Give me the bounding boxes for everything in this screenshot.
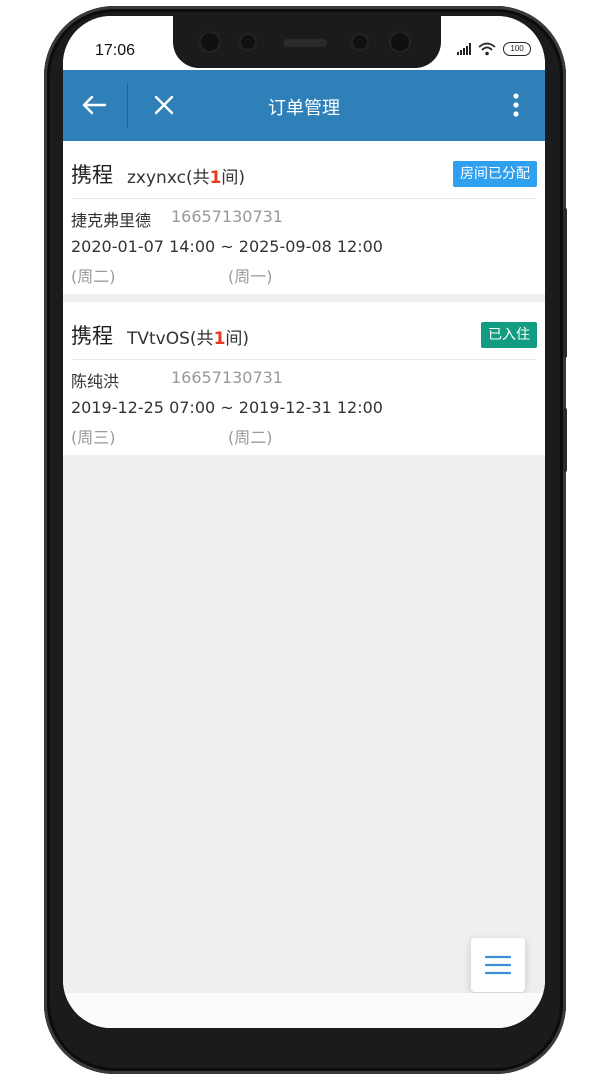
status-badge: 房间已分配 bbox=[453, 161, 537, 187]
order-card-header: 携程 zxynxc(共1间) 房间已分配 bbox=[71, 141, 537, 199]
stay-dates: 2020-01-07 14:00 ~ 2025-09-08 12:00 bbox=[71, 237, 383, 256]
room-count-suffix: 间) bbox=[221, 168, 246, 188]
order-card[interactable]: 携程 zxynxc(共1间) 房间已分配 捷克弗里德 16657130731 2… bbox=[63, 141, 545, 294]
signal-icon bbox=[457, 43, 471, 55]
volume-button bbox=[563, 208, 567, 358]
bottom-bar bbox=[63, 993, 545, 1028]
order-source: 携程 bbox=[71, 163, 113, 187]
checkout-weekday: (周一) bbox=[228, 267, 273, 286]
order-card-header: 携程 TVtvOS(共1间) 已入住 bbox=[71, 302, 537, 360]
wifi-icon bbox=[478, 42, 496, 56]
status-badge: 已入住 bbox=[481, 322, 537, 348]
stay-dates: 2019-12-25 07:00 ~ 2019-12-31 12:00 bbox=[71, 398, 383, 417]
guest-phone: 16657130731 bbox=[171, 207, 283, 226]
menu-icon bbox=[485, 955, 511, 975]
checkout-weekday: (周二) bbox=[228, 428, 273, 447]
order-hotel: TVtvOS(共1间) bbox=[127, 324, 249, 349]
screen: 17:06 100 订单管理 携程 zxynxc(共1间) 房间已分配 捷克弗里… bbox=[63, 16, 545, 1028]
notch bbox=[173, 16, 441, 68]
room-count: 1 bbox=[209, 168, 222, 188]
order-source: 携程 bbox=[71, 324, 113, 348]
sensor-icon bbox=[353, 35, 367, 49]
page-title: 订单管理 bbox=[268, 98, 340, 119]
checkin-weekday: (周三) bbox=[71, 428, 116, 447]
app-bar: 订单管理 bbox=[63, 70, 545, 141]
close-icon[interactable] bbox=[149, 90, 179, 120]
power-button bbox=[563, 408, 567, 472]
room-count-suffix: 间) bbox=[225, 329, 250, 349]
hotel-name: zxynxc bbox=[127, 168, 186, 188]
order-hotel: zxynxc(共1间) bbox=[127, 163, 245, 188]
arrow-left-icon[interactable] bbox=[79, 90, 109, 120]
status-bar: 17:06 100 bbox=[63, 16, 545, 70]
order-list: 携程 zxynxc(共1间) 房间已分配 捷克弗里德 16657130731 2… bbox=[63, 141, 545, 993]
battery-icon: 100 bbox=[503, 42, 531, 56]
more-vertical-icon[interactable] bbox=[501, 90, 531, 120]
order-card[interactable]: 携程 TVtvOS(共1间) 已入住 陈纯洪 16657130731 2019-… bbox=[63, 302, 545, 455]
menu-fab-button[interactable] bbox=[471, 938, 525, 992]
checkin-weekday: (周二) bbox=[71, 267, 116, 286]
front-camera-icon bbox=[201, 33, 219, 51]
room-count-prefix: (共 bbox=[185, 168, 210, 188]
hotel-name: TVtvOS bbox=[127, 329, 190, 349]
guest-phone: 16657130731 bbox=[171, 368, 283, 387]
status-icons: 100 bbox=[457, 42, 531, 56]
room-count-prefix: (共 bbox=[189, 329, 214, 349]
sensor-icon bbox=[241, 35, 255, 49]
status-time: 17:06 bbox=[95, 42, 136, 59]
guest-name: 陈纯洪 bbox=[71, 372, 120, 391]
speaker-grille bbox=[283, 39, 327, 47]
room-count: 1 bbox=[213, 329, 226, 349]
appbar-divider bbox=[127, 83, 128, 128]
guest-name: 捷克弗里德 bbox=[71, 211, 152, 230]
front-camera-icon bbox=[391, 33, 409, 51]
